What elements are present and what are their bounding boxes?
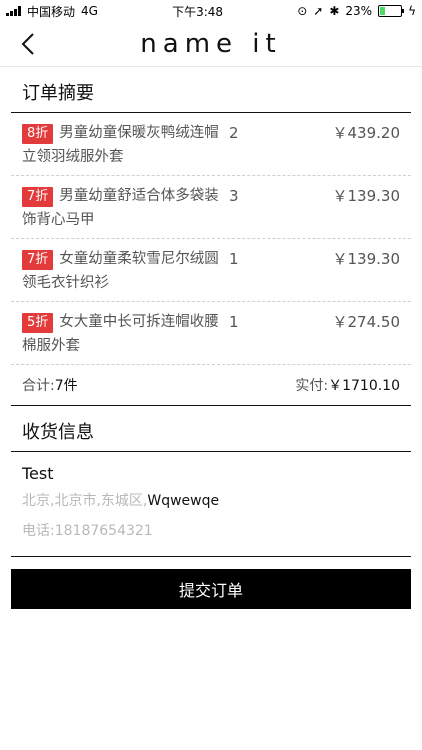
shipping-address: 北京,北京市,东城区,Wqwewqe <box>22 486 411 516</box>
battery-percent: 23% <box>345 4 373 18</box>
discount-badge: 8折 <box>22 124 54 144</box>
item-price: ￥439.20 <box>332 124 401 142</box>
total-count-value: 7件 <box>54 378 78 394</box>
order-item: 8折 男童幼童保暖灰鸭绒连帽立领羽绒服外套 2 ￥439.20 <box>11 113 411 176</box>
clock: 下午3:48 <box>172 4 224 19</box>
address-street: Wqwewqe <box>147 493 220 509</box>
discount-badge: 7折 <box>22 187 54 207</box>
location-icon: ➚ <box>313 4 324 18</box>
order-item-description: 8折 男童幼童保暖灰鸭绒连帽立领羽绒服外套 <box>22 121 227 169</box>
paid-amount-value: ￥1710.10 <box>328 378 400 394</box>
item-quantity: 1 <box>229 250 239 268</box>
order-item: 7折 男童幼童舒适合体多袋装饰背心马甲 3 ￥139.30 <box>11 176 411 239</box>
back-chevron-icon[interactable] <box>14 30 42 58</box>
status-left: 中国移动 4G <box>6 3 98 20</box>
discount-badge: 5折 <box>22 313 54 333</box>
paid-amount: 实付:￥1710.10 <box>295 375 400 395</box>
status-right: ⊙ ➚ ✱ 23% ϟ <box>297 4 416 18</box>
order-item-description: 7折 女童幼童柔软雪尼尔绒圆领毛衣针织衫 <box>22 247 227 295</box>
lock-rotation-icon: ⊙ <box>297 4 308 18</box>
item-price: ￥139.30 <box>332 187 401 205</box>
discount-badge: 7折 <box>22 250 54 270</box>
item-quantity: 1 <box>229 313 239 331</box>
address-region: 北京,北京市,东城区, <box>22 493 148 509</box>
order-item-description: 5折 女大童中长可拆连帽收腰棉服外套 <box>22 310 227 358</box>
total-label: 合计: <box>22 378 55 394</box>
shipping-info-title: 收货信息 <box>11 406 411 452</box>
charging-icon: ϟ <box>408 4 416 18</box>
status-bar: 中国移动 4G 下午3:48 ⊙ ➚ ✱ 23% ϟ <box>0 0 422 22</box>
brand-logo: name it <box>140 29 282 59</box>
signal-icon <box>6 6 21 16</box>
paid-label: 实付: <box>295 378 329 394</box>
order-item: 5折 女大童中长可拆连帽收腰棉服外套 1 ￥274.50 <box>11 302 411 365</box>
item-price: ￥139.30 <box>332 250 401 268</box>
order-item-description: 7折 男童幼童舒适合体多袋装饰背心马甲 <box>22 184 227 232</box>
order-content: 订单摘要 8折 男童幼童保暖灰鸭绒连帽立领羽绒服外套 2 ￥439.20 7折 男童… <box>0 67 422 557</box>
item-price: ￥274.50 <box>332 313 401 331</box>
order-summary-title: 订单摘要 <box>11 67 411 113</box>
total-count: 合计:7件 <box>22 375 78 395</box>
item-quantity: 2 <box>229 124 239 142</box>
submit-order-button[interactable]: 提交订单 <box>11 569 411 609</box>
shipping-address-card[interactable]: Test 北京,北京市,东城区,Wqwewqe 电话:18187654321 <box>11 452 411 557</box>
carrier-label: 中国移动 <box>27 4 76 19</box>
recipient-name: Test <box>22 464 54 483</box>
battery-icon <box>378 5 405 17</box>
bluetooth-icon: ✱ <box>329 4 340 18</box>
item-quantity: 3 <box>229 187 239 205</box>
network-label: 4G <box>81 4 98 18</box>
order-item: 7折 女童幼童柔软雪尼尔绒圆领毛衣针织衫 1 ￥139.30 <box>11 239 411 302</box>
recipient-phone: 电话:18187654321 <box>22 523 153 539</box>
order-total-row: 合计:7件 实付:￥1710.10 <box>11 365 411 406</box>
nav-bar: name it <box>0 22 422 67</box>
